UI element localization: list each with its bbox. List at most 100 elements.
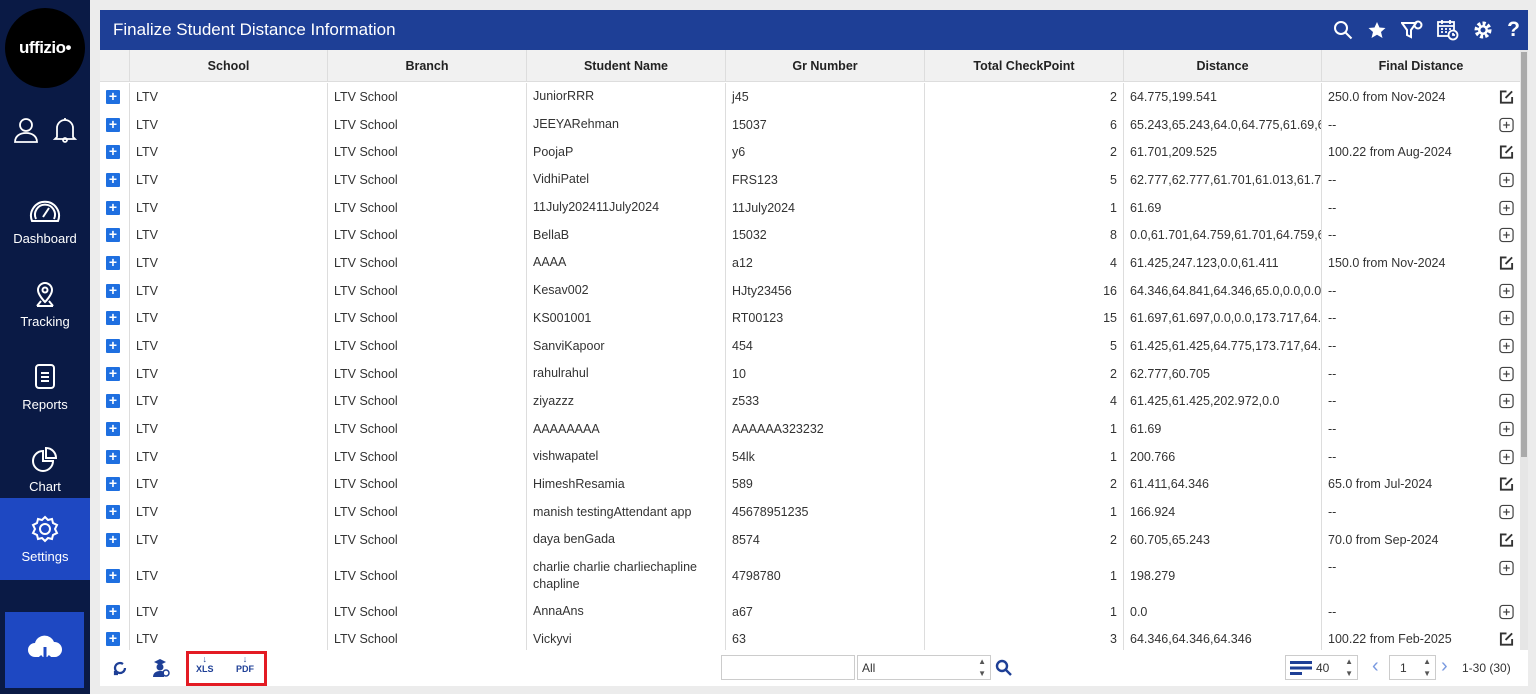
cell-distance: 61.411,64.346 bbox=[1124, 470, 1322, 499]
cell-student-name: PoojaP bbox=[527, 138, 726, 167]
cloud-download-button[interactable] bbox=[5, 612, 84, 688]
edit-icon[interactable] bbox=[1499, 632, 1514, 647]
expand-row-icon[interactable]: + bbox=[106, 449, 120, 464]
column-header-student-name[interactable]: Student Name bbox=[527, 50, 726, 81]
add-icon[interactable] bbox=[1499, 172, 1514, 188]
expand-cell: + bbox=[100, 387, 130, 416]
expand-row-icon[interactable]: + bbox=[106, 532, 120, 547]
logo[interactable]: uffizio • bbox=[5, 8, 85, 88]
expand-row-icon[interactable]: + bbox=[106, 283, 120, 298]
column-header-gr-number[interactable]: Gr Number bbox=[726, 50, 925, 81]
cell-branch: LTV School bbox=[328, 193, 527, 222]
search-input[interactable] bbox=[721, 655, 855, 680]
cell-distance: 61.69 bbox=[1124, 193, 1322, 222]
user-icon[interactable] bbox=[12, 116, 40, 144]
cell-branch: LTV School bbox=[328, 83, 527, 111]
expand-row-icon[interactable]: + bbox=[106, 504, 120, 520]
sidebar-item-settings[interactable]: Settings bbox=[0, 498, 90, 580]
expand-row-icon[interactable]: + bbox=[106, 89, 120, 104]
column-header-branch[interactable]: Branch bbox=[328, 50, 527, 81]
sidebar-item-reports[interactable]: Reports bbox=[0, 346, 90, 428]
add-icon[interactable] bbox=[1499, 283, 1514, 298]
cell-total-checkpoint: 6 bbox=[925, 110, 1124, 139]
expand-row-icon[interactable]: + bbox=[106, 631, 120, 647]
expand-cell: + bbox=[100, 359, 130, 388]
cell-school: LTV bbox=[130, 387, 328, 416]
expand-cell: + bbox=[100, 625, 130, 650]
expand-row-icon[interactable]: + bbox=[106, 393, 120, 409]
expand-row-icon[interactable]: + bbox=[106, 421, 120, 437]
add-icon[interactable] bbox=[1499, 504, 1514, 520]
search-icon[interactable] bbox=[995, 659, 1013, 677]
expand-row-icon[interactable]: + bbox=[106, 200, 120, 215]
cell-gr-number: 15032 bbox=[726, 221, 925, 250]
page-number-input[interactable]: 1 ▲ ▼ bbox=[1389, 655, 1436, 680]
export-pdf-button[interactable]: ↓ PDF bbox=[236, 654, 254, 674]
edit-icon[interactable] bbox=[1499, 89, 1514, 104]
edit-icon[interactable] bbox=[1499, 532, 1514, 547]
table-row: + LTV LTV School rahulrahul 10 2 62.777,60.705… bbox=[100, 359, 1520, 388]
gear-icon[interactable] bbox=[1473, 20, 1493, 40]
add-icon[interactable] bbox=[1499, 604, 1514, 619]
expand-row-icon[interactable]: + bbox=[106, 255, 120, 270]
expand-row-icon[interactable]: + bbox=[106, 227, 120, 243]
search-icon[interactable] bbox=[1333, 20, 1353, 40]
column-header-total-checkpoint[interactable]: Total CheckPoint bbox=[925, 50, 1124, 81]
expand-cell: + bbox=[100, 415, 130, 443]
download-arrow-icon: ↓ bbox=[242, 654, 248, 664]
add-icon[interactable] bbox=[1499, 228, 1514, 243]
expand-row-icon[interactable]: + bbox=[106, 117, 120, 132]
page-size-select[interactable]: 40 ▲ ▼ bbox=[1285, 655, 1358, 680]
expand-row-icon[interactable]: + bbox=[106, 310, 120, 326]
add-icon[interactable] bbox=[1499, 366, 1514, 381]
expand-row-icon[interactable]: + bbox=[106, 144, 120, 160]
add-icon[interactable] bbox=[1499, 394, 1514, 409]
cell-gr-number: 454 bbox=[726, 332, 925, 360]
calendar-clock-icon[interactable] bbox=[1437, 19, 1459, 41]
edit-icon[interactable] bbox=[1499, 477, 1514, 492]
edit-icon[interactable] bbox=[1499, 255, 1514, 270]
cell-gr-number: a67 bbox=[726, 597, 925, 626]
next-page-button[interactable]: › bbox=[1441, 655, 1448, 678]
prev-page-button[interactable]: ‹ bbox=[1372, 655, 1379, 678]
cell-distance: 62.777,62.777,61.701,61.013,61.70 bbox=[1124, 166, 1322, 194]
refresh-icon[interactable] bbox=[112, 660, 128, 676]
table-row: + LTV LTV School Vickyvi 63 3 64.346,64.346,64… bbox=[100, 625, 1520, 650]
cell-student-name: HimeshResamia bbox=[527, 470, 726, 499]
add-icon[interactable] bbox=[1499, 449, 1514, 464]
cell-total-checkpoint: 2 bbox=[925, 83, 1124, 111]
cell-gr-number: 63 bbox=[726, 625, 925, 650]
column-header-distance[interactable]: Distance bbox=[1124, 50, 1322, 81]
expand-row-icon[interactable]: + bbox=[106, 476, 120, 492]
add-icon[interactable] bbox=[1499, 421, 1514, 437]
vertical-scrollbar[interactable] bbox=[1520, 50, 1528, 650]
search-column-select[interactable]: All ▲ ▼ bbox=[857, 655, 991, 680]
column-header-final-distance[interactable]: Final Distance bbox=[1322, 50, 1520, 81]
add-icon[interactable] bbox=[1499, 200, 1514, 215]
cell-gr-number: HJty23456 bbox=[726, 276, 925, 305]
cell-branch: LTV School bbox=[328, 415, 527, 443]
filter-icon[interactable] bbox=[1401, 20, 1423, 40]
expand-row-icon[interactable]: + bbox=[106, 338, 120, 354]
export-xls-button[interactable]: ↓ XLS bbox=[196, 654, 214, 674]
expand-row-icon[interactable]: + bbox=[106, 568, 120, 583]
edit-icon[interactable] bbox=[1499, 145, 1514, 160]
cell-distance: 61.425,247.123,0.0,61.411 bbox=[1124, 249, 1322, 277]
favorite-star-icon[interactable] bbox=[1367, 20, 1387, 40]
expand-row-icon[interactable]: + bbox=[106, 366, 120, 381]
sidebar-item-dashboard[interactable]: Dashboard bbox=[0, 180, 90, 262]
sidebar-item-tracking[interactable]: Tracking bbox=[0, 263, 90, 345]
help-icon[interactable]: ? bbox=[1507, 18, 1520, 42]
student-settings-icon[interactable] bbox=[151, 658, 171, 678]
add-icon[interactable] bbox=[1499, 117, 1514, 132]
column-header-school[interactable]: School bbox=[130, 50, 328, 81]
expand-row-icon[interactable]: + bbox=[106, 604, 120, 619]
add-icon[interactable] bbox=[1499, 560, 1514, 575]
add-icon[interactable] bbox=[1499, 311, 1514, 326]
scrollbar-thumb[interactable] bbox=[1521, 52, 1527, 457]
bell-icon[interactable] bbox=[52, 116, 78, 144]
table-header: School Branch Student Name Gr Number Tot… bbox=[100, 50, 1520, 82]
expand-row-icon[interactable]: + bbox=[106, 172, 120, 187]
add-icon[interactable] bbox=[1499, 338, 1514, 354]
cell-branch: LTV School bbox=[328, 498, 527, 526]
